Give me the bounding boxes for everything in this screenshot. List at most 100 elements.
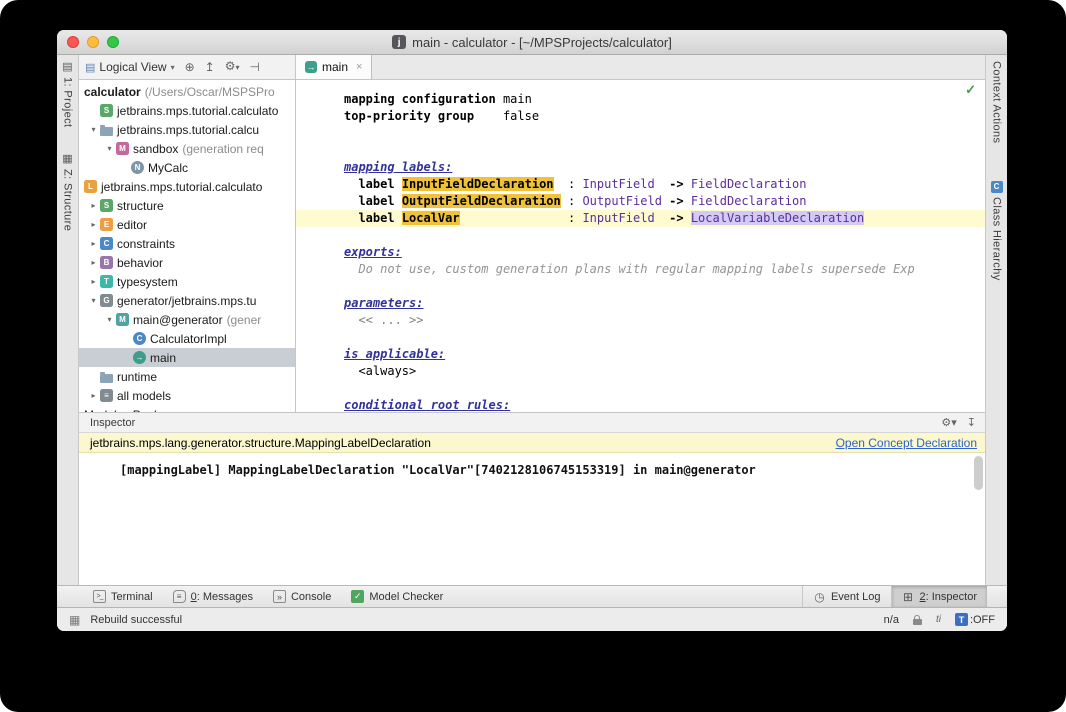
titlebar[interactable]: j main - calculator - [~/MPSProjects/cal…: [57, 30, 1007, 55]
inspector-hide-icon[interactable]: ↧: [967, 416, 976, 429]
locate-icon[interactable]: ⊕: [185, 61, 195, 73]
gear-icon[interactable]: ⚙▾: [225, 60, 240, 74]
code-line[interactable]: label InputFieldDeclaration : InputField…: [296, 176, 985, 193]
editor-tab-label: main: [322, 60, 348, 74]
console-icon: »: [273, 590, 286, 603]
highlighting-level-icon[interactable]: ti: [936, 614, 941, 625]
tree-row[interactable]: runtime: [79, 367, 295, 386]
mapping-configuration-icon: →: [305, 61, 317, 73]
tree-row[interactable]: Sjetbrains.mps.tutorial.calculato: [79, 101, 295, 120]
model-checker-button[interactable]: ✓Model Checker: [341, 586, 453, 607]
toolwindow-switcher-icon[interactable]: ▦: [69, 613, 80, 627]
code-segment: parameters:: [344, 296, 423, 310]
code-line[interactable]: parameters:: [296, 295, 985, 312]
code-line[interactable]: [296, 227, 985, 244]
code-segment: InputField: [582, 211, 654, 225]
tree-row[interactable]: ▸Sstructure: [79, 196, 295, 215]
code-segment: [344, 313, 358, 327]
tool-tab-class-hierarchy[interactable]: C Class Hierarchy: [986, 181, 1007, 281]
code-line[interactable]: [296, 329, 985, 346]
concept-bar: jetbrains.mps.lang.generator.structure.M…: [79, 433, 985, 453]
hide-panel-icon[interactable]: ⊣: [249, 61, 259, 73]
view-mode-icon: ▤: [85, 61, 95, 74]
scrollbar-thumb[interactable]: [974, 456, 983, 490]
expand-arrow-closed-icon[interactable]: ▸: [87, 220, 100, 229]
tool-tab-project[interactable]: ▤ 1: Project: [57, 61, 78, 127]
code-line[interactable]: Do not use, custom generation plans with…: [296, 261, 985, 278]
terminal-button[interactable]: >_Terminal: [83, 586, 163, 607]
code-line[interactable]: mapping labels:: [296, 159, 985, 176]
code-line[interactable]: <always>: [296, 363, 985, 380]
lock-icon[interactable]: [913, 619, 922, 625]
expand-arrow-closed-icon[interactable]: ▸: [87, 239, 100, 248]
code-line[interactable]: exports:: [296, 244, 985, 261]
view-mode-label: Logical View: [99, 60, 166, 74]
root-node-icon: N: [131, 161, 144, 174]
code-segment: ->: [669, 177, 691, 191]
collapse-all-icon[interactable]: ↥: [205, 61, 215, 73]
tree-row[interactable]: ▾Mmain@generator(gener: [79, 310, 295, 329]
tree-row[interactable]: ▸Cconstraints: [79, 234, 295, 253]
event-log-button[interactable]: ◷Event Log: [802, 586, 891, 607]
messages-button[interactable]: ≡0: Messages: [163, 586, 263, 607]
expand-arrow-open-icon[interactable]: ▾: [87, 296, 100, 305]
code-line-current[interactable]: label LocalVar : InputField -> LocalVari…: [296, 210, 985, 227]
typesystem-toggle[interactable]: T :OFF: [955, 613, 995, 626]
project-tool-icon: ▤: [62, 61, 72, 73]
tree-row[interactable]: ▾jetbrains.mps.tutorial.calcu: [79, 120, 295, 139]
editor[interactable]: mapping configuration maintop-priority g…: [296, 80, 985, 412]
tree-row[interactable]: ▸Eeditor: [79, 215, 295, 234]
left-tool-strip: ▤ 1: Project ▦ Z: Structure: [57, 55, 79, 585]
tree-row[interactable]: ▸≡all models: [79, 386, 295, 405]
code-line[interactable]: label OutputFieldDeclaration : OutputFie…: [296, 193, 985, 210]
tool-tab-structure[interactable]: ▦ Z: Structure: [57, 153, 78, 231]
code-segment: :: [460, 211, 583, 225]
editor-aspect-icon: E: [100, 218, 113, 231]
tree-row[interactable]: ▾Msandbox(generation req: [79, 139, 295, 158]
code-segment: InputFieldDeclaration: [402, 177, 554, 191]
tree-row[interactable]: Modules Pool: [79, 405, 295, 412]
code-line[interactable]: conditional root rules:: [296, 397, 985, 412]
expand-arrow-closed-icon[interactable]: ▸: [87, 258, 100, 267]
code-line[interactable]: mapping configuration main: [296, 91, 985, 108]
code-segment: is applicable:: [344, 347, 445, 361]
tree-row[interactable]: CCalculatorImpl: [79, 329, 295, 348]
code-line[interactable]: top-priority group false: [296, 108, 985, 125]
inspector-content[interactable]: [mappingLabel] MappingLabelDeclaration "…: [79, 453, 985, 585]
expand-arrow-closed-icon[interactable]: ▸: [87, 391, 100, 400]
editor-tab-main[interactable]: → main ×: [296, 55, 372, 79]
tree-row[interactable]: ▸Bbehavior: [79, 253, 295, 272]
expand-arrow-open-icon[interactable]: ▾: [103, 144, 116, 153]
screen-background: j main - calculator - [~/MPSProjects/cal…: [0, 0, 1066, 712]
tool-tab-context-actions[interactable]: Context Actions: [986, 61, 1007, 143]
tree-row[interactable]: ▾Ggenerator/jetbrains.mps.tu: [79, 291, 295, 310]
tool-tab-project-label: 1: Project: [62, 77, 74, 127]
console-button[interactable]: »Console: [263, 586, 341, 607]
inspector-button[interactable]: ⊞2: Inspector: [891, 586, 987, 607]
code-line[interactable]: is applicable:: [296, 346, 985, 363]
code-line[interactable]: [296, 125, 985, 142]
open-concept-declaration-link[interactable]: Open Concept Declaration: [836, 436, 977, 450]
code-line[interactable]: [296, 142, 985, 159]
tree-row[interactable]: Ljetbrains.mps.tutorial.calculato: [79, 177, 295, 196]
tree-row[interactable]: calculator(/Users/Oscar/MSPSPro: [79, 82, 295, 101]
code-line[interactable]: [296, 380, 985, 397]
expand-arrow-open-icon[interactable]: ▾: [103, 315, 116, 324]
code-line[interactable]: [296, 278, 985, 295]
terminal-icon: >_: [93, 590, 106, 603]
close-tab-icon[interactable]: ×: [356, 61, 362, 73]
code-segment: [344, 211, 358, 225]
expand-arrow-closed-icon[interactable]: ▸: [87, 201, 100, 210]
view-mode-selector[interactable]: ▤ Logical View ▾: [85, 60, 175, 74]
tree-row[interactable]: NMyCalc: [79, 158, 295, 177]
model-checker-icon: ✓: [351, 590, 364, 603]
tree-row[interactable]: →main: [79, 348, 295, 367]
expand-arrow-open-icon[interactable]: ▾: [87, 125, 100, 134]
inspector-header: Inspector ⚙▾ ↧: [79, 413, 985, 433]
code-line[interactable]: << ... >>: [296, 312, 985, 329]
tree-row[interactable]: ▸Ttypesystem: [79, 272, 295, 291]
expand-arrow-closed-icon[interactable]: ▸: [87, 277, 100, 286]
inspector-settings-icon[interactable]: ⚙▾: [941, 416, 956, 429]
code-segment: OutputField: [582, 194, 661, 208]
event-log-icon: ◷: [813, 590, 826, 603]
